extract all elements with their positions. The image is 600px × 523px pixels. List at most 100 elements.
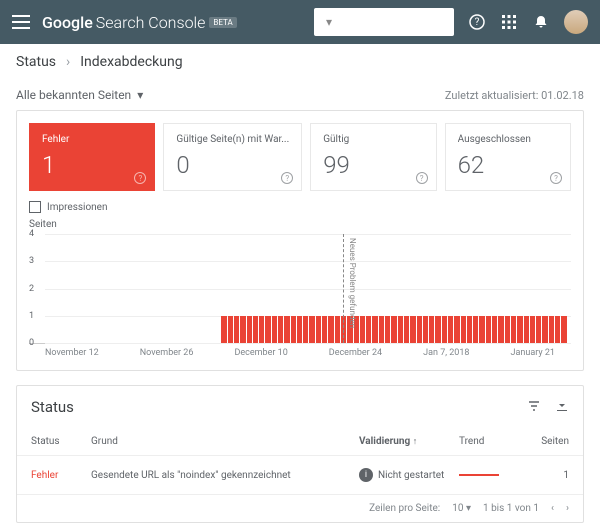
chart-annotation: Neues Problem gefunden (343, 234, 344, 343)
col-trend[interactable]: Trend (459, 436, 529, 447)
notifications-icon[interactable] (532, 13, 550, 31)
chart-bar (442, 316, 447, 343)
chevron-right-icon: › (66, 54, 70, 70)
metric-label: Fehler (42, 134, 142, 145)
row-reason: Gesendete URL als "noindex" gekennzeichn… (91, 470, 359, 481)
chart-bar (524, 316, 529, 343)
logo-product: Search Console (96, 13, 206, 32)
chart-bar (461, 316, 466, 343)
pager-range: 1 bis 1 von 1 (483, 503, 539, 514)
filter-icon[interactable] (527, 399, 541, 416)
metric-label: Gültig (323, 134, 423, 145)
chart-card: Fehler1?Gültige Seite(n) mit War...0?Gül… (16, 110, 584, 371)
help-icon[interactable]: ? (550, 172, 562, 184)
chart-bar (398, 316, 403, 343)
x-tick: December 10 (234, 348, 287, 358)
chart-bar (316, 316, 321, 343)
chart-bar (498, 316, 503, 343)
chart-bar (303, 316, 308, 343)
download-icon[interactable] (555, 399, 569, 416)
metric-tab[interactable]: Fehler1? (29, 123, 155, 191)
chart-bar (259, 316, 264, 343)
row-pages: 1 (529, 470, 569, 481)
chart-bar (555, 316, 560, 343)
pager-prev[interactable]: ‹ (551, 503, 554, 514)
col-validation[interactable]: Validierung ↑ (359, 436, 459, 447)
chart-bar (448, 316, 453, 343)
breadcrumb-parent[interactable]: Status (16, 54, 56, 70)
metric-value: 62 (458, 151, 558, 179)
chart-bar (291, 316, 296, 343)
breadcrumb-current: Indexabdeckung (80, 54, 182, 70)
metric-tab[interactable]: Ausgeschlossen 62? (445, 123, 571, 191)
chart-bar (561, 316, 566, 343)
dropdown-icon[interactable]: ▾ (326, 15, 332, 29)
metric-label: Ausgeschlossen (458, 134, 558, 145)
chart-bar (542, 316, 547, 343)
col-status[interactable]: Status (31, 436, 91, 447)
chart-bar (435, 316, 440, 343)
x-tick: Jan 7, 2018 (423, 348, 469, 358)
avatar[interactable] (564, 10, 588, 34)
chart-bar (454, 316, 459, 343)
chart-bar (492, 316, 497, 343)
chart-bar (247, 316, 252, 343)
status-card: Status Status Grund Validierung ↑ Trend … (16, 385, 584, 523)
rows-per-page-select[interactable]: 10 ▾ (452, 503, 471, 514)
chart-bar (379, 316, 384, 343)
trend-line (459, 474, 499, 476)
apps-icon[interactable] (500, 13, 518, 31)
svg-text:?: ? (475, 17, 480, 28)
filter-label: Alle bekannten Seiten (16, 88, 131, 102)
chart-bar (511, 316, 516, 343)
chart-bar (423, 316, 428, 343)
metric-value: 99 (323, 151, 423, 179)
pager-next[interactable]: › (566, 503, 569, 514)
chart-bar (479, 316, 484, 343)
row-status: Fehler (31, 470, 91, 481)
chart-bar (272, 316, 277, 343)
metrics-row: Fehler1?Gültige Seite(n) mit War...0?Gül… (29, 123, 571, 191)
chart-bar (530, 316, 535, 343)
x-tick: November 12 (45, 348, 99, 358)
chart-bar (335, 316, 340, 343)
filter-dropdown[interactable]: Alle bekannten Seiten ▾ (16, 88, 143, 102)
chart-bar (360, 316, 365, 343)
chart-bar (240, 316, 245, 343)
chart-bar (234, 316, 239, 343)
x-tick: December 24 (329, 348, 382, 358)
table-header: Status Grund Validierung ↑ Trend Seiten (17, 428, 583, 456)
checkbox-icon[interactable] (29, 201, 41, 213)
x-tick: January 21 (511, 348, 555, 358)
rows-per-page-label: Zeilen pro Seite: (369, 503, 440, 514)
last-updated: Zuletzt aktualisiert: 01.02.18 (445, 89, 584, 102)
metric-tab[interactable]: Gültige Seite(n) mit War...0? (163, 123, 302, 191)
impressions-toggle[interactable]: Impressionen (29, 201, 571, 213)
breadcrumb: Status › Indexabdeckung (0, 44, 600, 80)
search-input[interactable]: ▾ (314, 8, 454, 36)
chart-bar (517, 316, 522, 343)
help-icon[interactable]: ? (134, 172, 146, 184)
help-icon[interactable]: ? (281, 172, 293, 184)
col-pages[interactable]: Seiten (529, 436, 569, 447)
row-validation: iNicht gestartet (359, 468, 459, 482)
chart-bar (391, 316, 396, 343)
hamburger-icon[interactable] (12, 15, 30, 29)
col-reason[interactable]: Grund (91, 436, 359, 447)
logo-google: Google (42, 13, 93, 32)
metric-tab[interactable]: Gültig 99? (310, 123, 436, 191)
chart-bar (228, 316, 233, 343)
chart-bar (322, 316, 327, 343)
chart-bar (253, 316, 258, 343)
help-icon[interactable]: ? (468, 13, 486, 31)
chart-bar (486, 316, 491, 343)
app-header: Google Search Console BETA ▾ ? (0, 0, 600, 44)
help-icon[interactable]: ? (416, 172, 428, 184)
x-tick: November 26 (140, 348, 194, 358)
chart-bar (410, 316, 415, 343)
chart-bar (366, 316, 371, 343)
status-title: Status (31, 398, 74, 416)
table-row[interactable]: Fehler Gesendete URL als "noindex" geken… (17, 456, 583, 495)
chart-bar (385, 316, 390, 343)
sort-arrow-icon: ↑ (413, 437, 418, 447)
